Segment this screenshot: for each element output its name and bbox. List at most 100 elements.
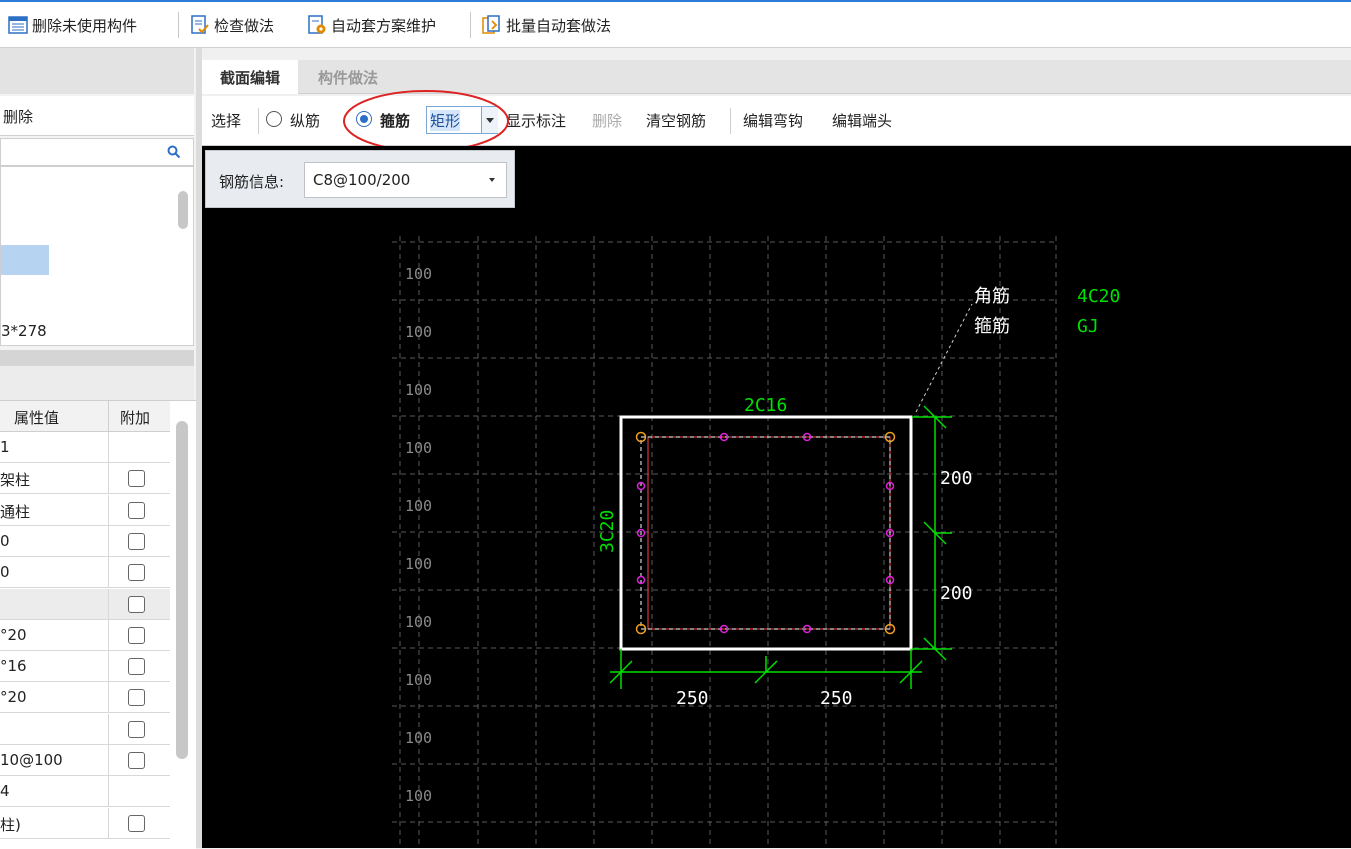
col-extra-header: 附加 [120,409,151,427]
extra-checkbox[interactable] [128,564,145,582]
dim-right-2: 200 [940,583,973,604]
list-delete-icon [8,16,28,34]
chevron-down-icon[interactable] [489,178,495,182]
drawing-canvas[interactable]: 100 100 100 100 100 100 100 100 100 100 角筋 箍筋 4C2… [202,146,1351,848]
property-value: 1 [0,438,10,456]
auto-scheme-button[interactable]: 自动套方案维护 [307,12,436,38]
select-button[interactable]: 选择 [211,110,241,131]
grid-label: 100 [405,381,432,399]
splitter[interactable] [0,350,194,366]
tab-section-edit[interactable]: 截面编辑 [202,60,298,94]
col-divider [108,432,109,463]
property-header [0,366,194,400]
grid-label: 100 [405,323,432,341]
list-item-text: 3*278 [1,322,47,340]
property-value: °20 [0,625,27,644]
col-divider [108,588,109,620]
property-row[interactable] [0,713,170,745]
list-item-selected[interactable] [1,245,49,275]
search-icon[interactable] [167,145,181,159]
panel-header [0,48,194,94]
rebar-info-panel: 钢筋信息: C8@100/200 [205,150,515,208]
auto-scheme-icon [308,15,326,34]
property-row[interactable]: 柱) [0,807,170,839]
grid-label: 100 [405,729,432,747]
col-divider [108,525,109,557]
extra-checkbox[interactable] [128,501,145,519]
rebar-points [635,431,896,635]
dim-bottom-1: 250 [676,688,709,709]
extra-checkbox[interactable] [128,752,145,769]
property-row[interactable]: 通柱 [0,494,170,526]
component-list: 3*278 [0,166,194,346]
edit-hook-button[interactable]: 编辑弯钩 [743,110,803,131]
edit-end-button[interactable]: 编辑端头 [832,110,892,131]
extra-checkbox[interactable] [128,626,145,644]
property-row[interactable]: 架柱 [0,463,170,495]
batch-auto-icon [482,15,500,34]
longitudinal-label: 纵筋 [290,112,321,130]
extra-checkbox[interactable] [128,720,145,738]
property-value: 架柱 [0,471,31,490]
property-scrollbar[interactable] [176,421,188,759]
legend-stirrup-label: 箍筋 [974,316,1010,337]
check-method-label: 检查做法 [214,16,275,35]
left-panel: 删除 3*278 属性值 附加 1 架柱 通柱 0 0 °20 °16 °20 10@100 4 柱… [0,48,196,849]
extra-checkbox[interactable] [128,532,145,550]
property-row[interactable]: °16 [0,651,170,683]
property-row[interactable] [0,588,170,620]
col-divider [108,463,109,495]
property-row[interactable]: 1 [0,432,170,463]
property-value: 通柱 [0,502,31,521]
extra-checkbox[interactable] [128,470,145,488]
radio-unchecked-icon[interactable] [266,111,282,127]
main-toolbar: 删除未使用构件 检查做法 自动套方案维护 批量自动套做法 [0,0,1351,48]
grid-label: 100 [405,439,432,457]
list-toolbar: 删除 [0,96,194,136]
col-divider [108,619,109,651]
property-value: 10@100 [0,751,63,769]
property-table: 属性值 附加 1 架柱 通柱 0 0 °20 °16 °20 10@100 4 柱) [0,400,196,849]
col-divider [108,401,109,431]
extra-checkbox[interactable] [128,658,145,676]
grid-label: 100 [405,671,432,689]
property-row[interactable]: 4 [0,776,170,808]
rebar-info-select[interactable]: C8@100/200 [304,162,507,198]
legend-corner-label: 角筋 [974,286,1010,307]
property-row[interactable]: °20 [0,682,170,714]
tab-section-edit-label: 截面编辑 [219,68,280,87]
property-row[interactable]: °20 [0,619,170,651]
grid-label: 100 [405,787,432,805]
extra-checkbox[interactable] [128,689,145,707]
delete-button[interactable]: 删除 [3,106,33,127]
right-dimension [912,405,952,661]
legend-stirrup-value: GJ [1077,316,1099,337]
section-drawing[interactable]: 100 100 100 100 100 100 100 100 100 100 角筋 箍筋 4C2… [202,146,1351,848]
col-divider [108,557,109,589]
toolbar-separator [258,108,259,134]
side-rebar-label: 3C20 [597,510,618,553]
list-scrollbar[interactable] [178,191,188,229]
auto-scheme-label: 自动套方案维护 [331,16,437,35]
delete-rebar-button[interactable]: 删除 [592,110,622,131]
property-row[interactable]: 0 [0,525,170,557]
property-row[interactable]: 0 [0,557,170,589]
check-method-button[interactable]: 检查做法 [190,12,274,38]
check-doc-icon [191,15,209,34]
col-divider [108,776,109,808]
toolbar-separator [178,12,179,38]
delete-unused-button[interactable]: 删除未使用构件 [8,12,137,38]
grid-label: 100 [405,555,432,573]
extra-checkbox[interactable] [128,595,145,613]
col-value-header: 属性值 [14,409,60,427]
clear-rebar-button[interactable]: 清空钢筋 [646,110,706,131]
show-marks-button[interactable]: 显示标注 [506,110,566,131]
dim-right-1: 200 [940,468,973,489]
grid-label: 100 [405,497,432,515]
extra-checkbox[interactable] [128,814,145,832]
search-box[interactable] [0,138,194,166]
batch-auto-button[interactable]: 批量自动套做法 [482,12,611,38]
property-value: 柱) [0,815,21,834]
property-row[interactable]: 10@100 [0,745,170,776]
property-table-header: 属性值 附加 [0,401,170,432]
